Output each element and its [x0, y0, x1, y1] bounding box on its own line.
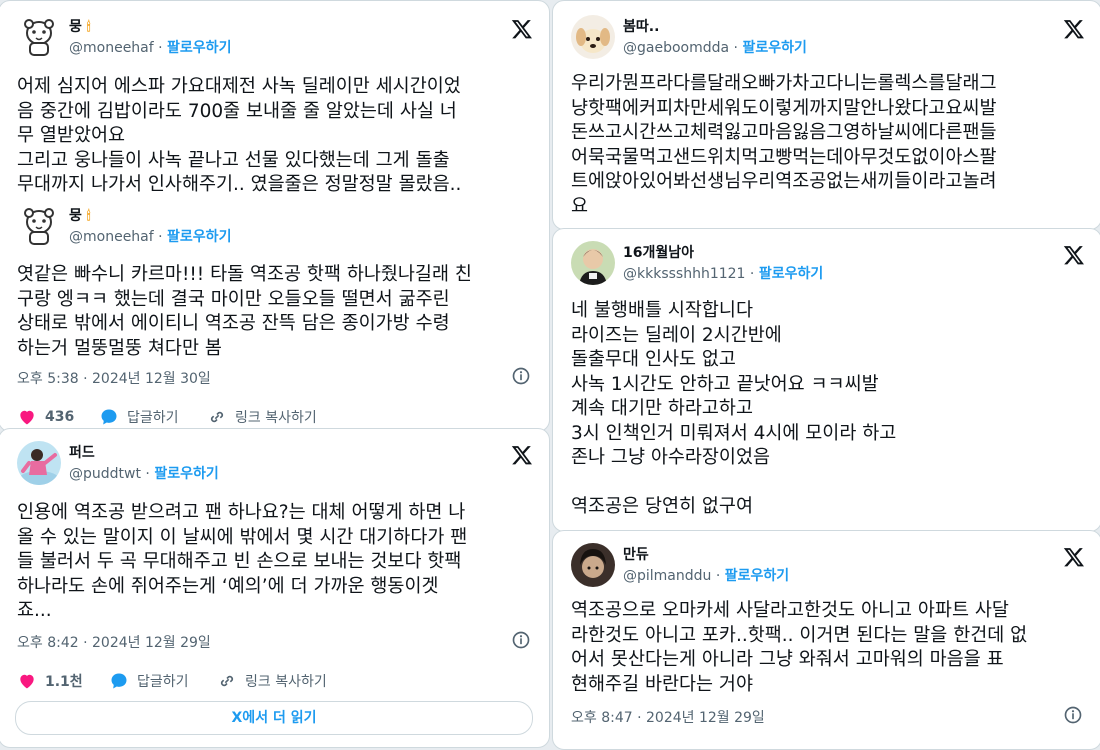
tweet-card-pilmanddu: 만듀 @pilmanddu · 팔로우하기 역조공으로 오마카세 사달라고한것도… [552, 530, 1100, 750]
avatar[interactable] [17, 15, 61, 59]
reply-button[interactable]: 답글하기 [99, 407, 179, 427]
info-icon[interactable] [511, 630, 531, 650]
link-icon [210, 411, 224, 423]
handle-row: @moneehaf · 팔로우하기 [69, 229, 232, 245]
follow-button[interactable]: 팔로우하기 [759, 266, 823, 282]
display-name[interactable]: 16개월남아 [623, 242, 694, 262]
candle-emoji-icon: 🕯 [86, 20, 91, 35]
like-count: 1.1천 [45, 674, 83, 690]
follow-button[interactable]: 팔로우하기 [167, 40, 231, 56]
timestamp[interactable]: 오후 5:38 · 2024년 12월 30일 [17, 371, 211, 387]
handle-row: @puddtwt · 팔로우하기 [69, 466, 219, 482]
avatar[interactable] [17, 204, 61, 248]
x-logo-icon[interactable] [1063, 18, 1085, 40]
tweet-header: 만듀 @pilmanddu · 팔로우하기 [571, 543, 1087, 587]
handle[interactable]: @gaeboomdda [623, 40, 729, 56]
copy-link-button[interactable]: 링크 복사하기 [217, 671, 327, 691]
heart-icon [20, 674, 34, 689]
candle-emoji-icon: 🕯 [86, 209, 91, 224]
reply-bubble-icon [111, 673, 127, 689]
handle[interactable]: @moneehaf [69, 40, 154, 56]
x-logo-icon[interactable] [511, 444, 533, 466]
tweet-header: 퍼드 @puddtwt · 팔로우하기 [17, 441, 535, 485]
tweet-text: 어제 심지어 에스파 가요대제전 사녹 딜레이만 세시간이었 음 중간에 김밥이… [17, 76, 462, 195]
x-logo-icon[interactable] [1063, 546, 1085, 568]
tweet-card-gaeboomdda: 봄따.. @gaeboomdda · 팔로우하기 우리가뭔프라다를달래오빠가차고… [552, 0, 1100, 230]
handle[interactable]: @pilmanddu [623, 568, 711, 584]
display-name[interactable]: 뭉 🕯 [69, 205, 90, 225]
handle[interactable]: @moneehaf [69, 229, 154, 245]
handle-row: @gaeboomdda · 팔로우하기 [623, 40, 807, 56]
tweet-card-puddtwt: 퍼드 @puddtwt · 팔로우하기 인용에 역조공 받으려고 팬 하나요?는… [0, 428, 550, 748]
like-count: 436 [45, 409, 75, 425]
timestamp[interactable]: 오후 8:42 · 2024년 12월 29일 [17, 635, 211, 651]
info-icon[interactable] [511, 366, 531, 386]
tweet-text: 엿같은 빠수니 카르마!!! 타돌 역조공 핫팩 하나줬나길래 친 구랑 엥ㅋㅋ… [17, 264, 472, 359]
avatar[interactable] [571, 15, 615, 59]
heart-icon [20, 410, 34, 425]
tweet-text: 역조공으로 오마카세 사달라고한것도 아니고 아파트 사달 라한것도 아니고 포… [571, 600, 1028, 695]
tweet-header: 16개월남아 @kkkssshhh1121 · 팔로우하기 [571, 241, 1087, 285]
tweet-header: 봄따.. @gaeboomdda · 팔로우하기 [571, 15, 1087, 59]
x-logo-icon[interactable] [1063, 244, 1085, 266]
like-button[interactable]: 1.1천 [17, 671, 83, 691]
link-icon [220, 675, 234, 687]
follow-button[interactable]: 팔로우하기 [167, 229, 231, 245]
reply-button[interactable]: 답글하기 [109, 671, 189, 691]
display-name[interactable]: 봄따.. [623, 16, 659, 36]
handle[interactable]: @kkkssshhh1121 [623, 266, 745, 282]
display-name[interactable]: 퍼드 [69, 442, 95, 462]
tweet-text: 네 불행배틀 시작합니다 라이즈는 딜레이 2시간반에 돌출무대 인사도 없고 … [571, 300, 897, 517]
tweet-header: 뭉 🕯 @moneehaf · 팔로우하기 [17, 204, 535, 248]
copy-link-button[interactable]: 링크 복사하기 [207, 407, 317, 427]
tweet-timestamp-row: 오후 5:38 · 2024년 12월 30일 [17, 366, 535, 388]
avatar[interactable] [571, 543, 615, 587]
tweet-timestamp-row: 오후 8:47 · 2024년 12월 29일 [571, 705, 1087, 727]
follow-button[interactable]: 팔로우하기 [742, 40, 806, 56]
timestamp[interactable]: 오후 8:47 · 2024년 12월 29일 [571, 710, 765, 726]
tweet-actions: 436 답글하기 링크 복사하기 [17, 407, 535, 429]
x-logo-icon[interactable] [511, 18, 533, 40]
follow-button[interactable]: 팔로우하기 [725, 568, 789, 584]
read-more-on-x-button[interactable]: X에서 더 읽기 [15, 701, 533, 735]
tweet-actions: 1.1천 답글하기 링크 복사하기 [17, 671, 535, 693]
info-icon[interactable] [1063, 705, 1083, 725]
like-button[interactable]: 436 [17, 407, 74, 427]
tweet-text: 인용에 역조공 받으려고 팬 하나요?는 대체 어떻게 하면 나 올 수 있는 … [17, 502, 468, 621]
handle-row: @kkkssshhh1121 · 팔로우하기 [623, 266, 824, 282]
handle[interactable]: @puddtwt [69, 466, 141, 482]
avatar[interactable] [17, 441, 61, 485]
follow-button[interactable]: 팔로우하기 [154, 466, 218, 482]
display-name[interactable]: 만듀 [623, 544, 649, 564]
handle-row: @moneehaf · 팔로우하기 [69, 40, 232, 56]
tweet-card-kkkssshhh1121: 16개월남아 @kkkssshhh1121 · 팔로우하기 네 불행배틀 시작합… [552, 228, 1100, 532]
display-name[interactable]: 뭉 🕯 [69, 16, 90, 36]
tweet-text: 우리가뭔프라다를달래오빠가차고다니는롤렉스를달래그 냥핫팩에커피차만세워도이렇게… [571, 73, 997, 217]
reply-bubble-icon [101, 409, 117, 425]
avatar[interactable] [571, 241, 615, 285]
tweet-card-moneehaf: 뭉 🕯 @moneehaf · 팔로우하기 어제 심지어 에스파 가요대제전 사… [0, 0, 550, 432]
handle-row: @pilmanddu · 팔로우하기 [623, 568, 790, 584]
tweet-timestamp-row: 오후 8:42 · 2024년 12월 29일 [17, 630, 535, 652]
tweet-header: 뭉 🕯 @moneehaf · 팔로우하기 [17, 15, 535, 59]
